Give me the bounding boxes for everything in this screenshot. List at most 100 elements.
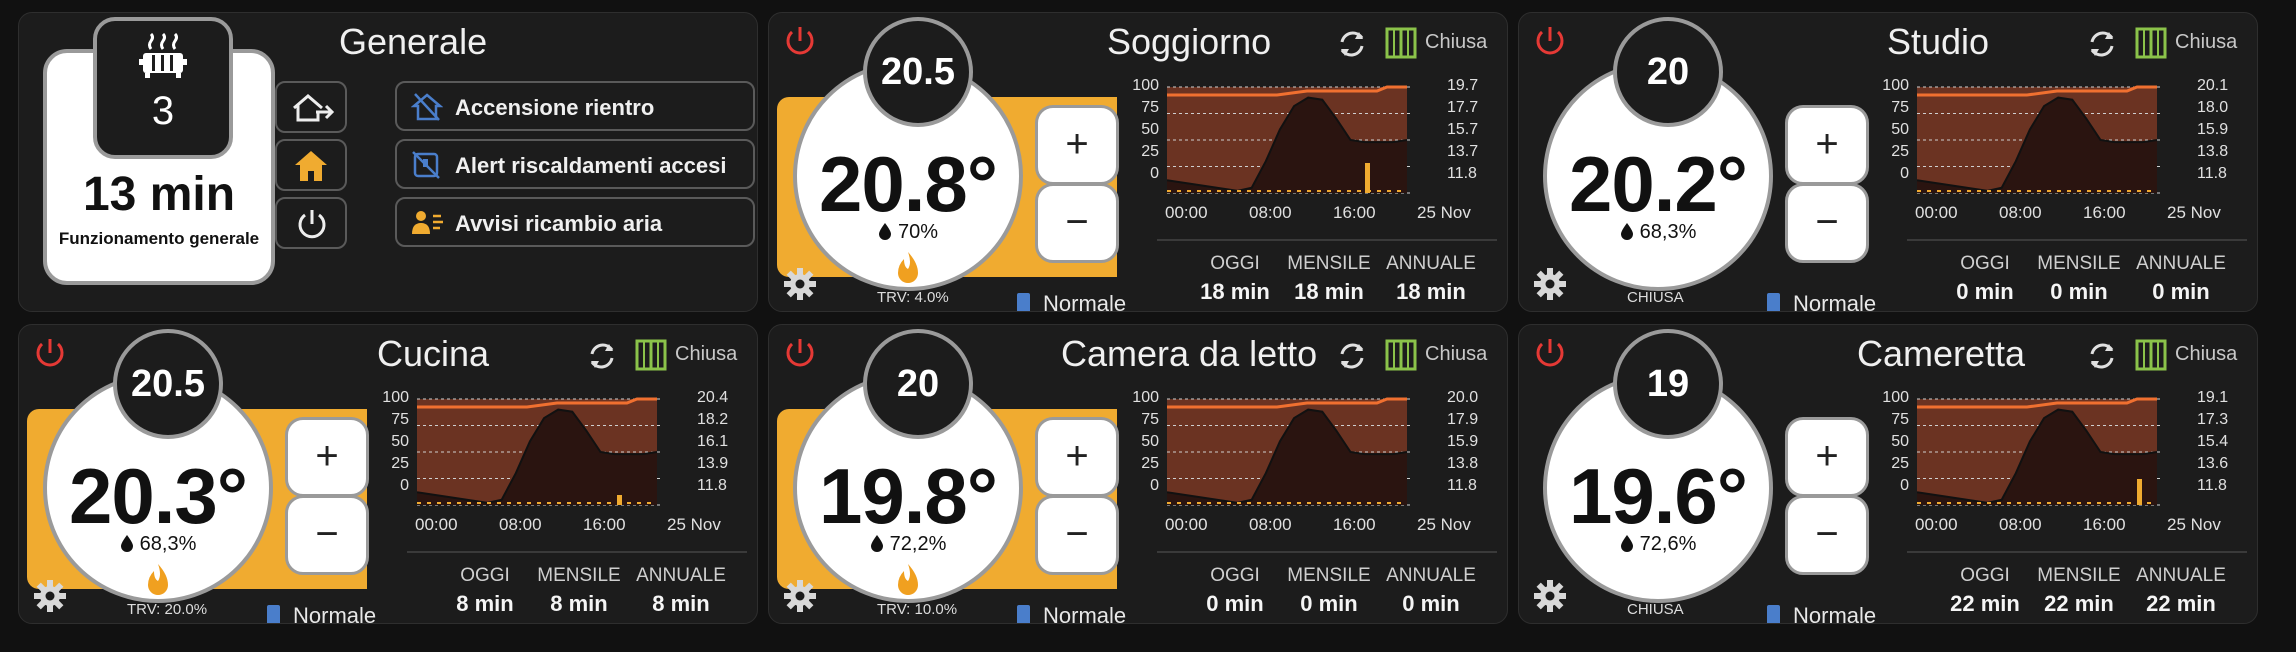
y-tick-left: 50 [1891, 121, 1909, 138]
room-title: Soggiorno [1107, 21, 1272, 62]
heater-count: 3 [151, 89, 175, 133]
increase-button[interactable]: + [1785, 417, 1869, 497]
avvisi-ricambio-button[interactable]: Avvisi ricambio aria [395, 197, 755, 247]
humidity-icon [120, 535, 133, 552]
y-tick-right: 19.7 [1447, 77, 1479, 94]
room-card-4: 19 19.6° 72,6% CHIUSA + − Normale Cameretta Chiu… [1518, 324, 2258, 624]
x-tick: 00:00 [415, 515, 458, 534]
y-tick-right: 11.8 [2197, 165, 2227, 182]
setpoint-display: 20 [1613, 17, 1723, 127]
room-power-button[interactable] [31, 335, 69, 373]
y-tick-right: 11.8 [697, 477, 727, 494]
stat-value: 18 min [1396, 279, 1466, 304]
room-power-button[interactable] [1531, 23, 1569, 61]
decrease-button[interactable]: − [1785, 495, 1869, 575]
decrease-button[interactable]: − [1035, 495, 1119, 575]
increase-button[interactable]: + [1035, 105, 1119, 185]
window-closed-icon [2135, 339, 2167, 371]
stat-label: ANNUALE [2136, 253, 2226, 274]
flame-icon [894, 251, 922, 287]
room-title: Studio [1887, 21, 1990, 62]
power-icon [786, 27, 814, 55]
increase-button[interactable]: + [285, 417, 369, 497]
y-tick-left: 100 [382, 389, 409, 406]
room-card-0: 20.5 20.8° 70% TRV: 4.0% + − Normale Soggiorno C… [768, 12, 1508, 312]
alert-riscaldamenti-button[interactable]: Alert riscaldamenti accesi [395, 139, 755, 189]
accensione-rientro-label: Accensione rientro [455, 95, 655, 120]
y-tick-left: 50 [1891, 433, 1909, 450]
room-power-button[interactable] [781, 335, 819, 373]
alert-riscaldamenti-label: Alert riscaldamenti accesi [455, 153, 727, 178]
room-title: Cucina [377, 333, 490, 374]
decrease-button[interactable]: − [1785, 183, 1869, 263]
settings-icon[interactable] [1533, 267, 1567, 301]
humidity-icon [1620, 535, 1633, 552]
setpoint-display: 20 [863, 329, 973, 439]
y-tick-right: 16.1 [697, 433, 729, 450]
room-power-button[interactable] [1531, 335, 1569, 373]
settings-icon[interactable] [783, 267, 817, 301]
general-power-button[interactable] [275, 197, 347, 249]
settings-icon[interactable] [33, 579, 67, 613]
y-tick-left: 0 [400, 477, 409, 494]
y-tick-left: 100 [1132, 77, 1159, 94]
decrease-button[interactable]: − [285, 495, 369, 575]
current-temperature: 20.8° [818, 140, 998, 228]
current-temperature: 19.8° [818, 452, 998, 540]
y-tick-right: 18.2 [697, 411, 729, 428]
increase-button[interactable]: + [1785, 105, 1869, 185]
thermostat-alert-icon [412, 151, 440, 179]
y-tick-left: 75 [391, 411, 409, 428]
sync-icon[interactable] [1335, 339, 1369, 373]
y-tick-left: 75 [1141, 99, 1159, 116]
mode-label: Normale [293, 603, 377, 624]
decrease-button[interactable]: − [1035, 183, 1119, 263]
x-tick: 00:00 [1165, 203, 1208, 222]
current-temperature: 20.2° [1568, 140, 1748, 228]
people-air-icon [412, 211, 443, 234]
y-tick-left: 100 [1132, 389, 1159, 406]
y-tick-right: 13.7 [1447, 143, 1479, 160]
sync-icon[interactable] [585, 339, 619, 373]
stats-separator [1907, 239, 2247, 241]
y-tick-left: 75 [1141, 411, 1159, 428]
humidity-reading: 68,3% [1543, 221, 1773, 244]
x-tick: 25 Nov [667, 515, 721, 534]
y-tick-right: 17.7 [1447, 99, 1479, 116]
x-tick: 25 Nov [2167, 515, 2221, 534]
heater-count-tile[interactable]: 3 [93, 17, 233, 159]
x-tick: 16:00 [1333, 515, 1376, 534]
y-tick-left: 25 [1141, 455, 1159, 472]
sync-icon[interactable] [1335, 27, 1369, 61]
y-tick-right: 15.9 [1447, 433, 1479, 450]
mode-label: Normale [1043, 603, 1127, 624]
x-tick: 16:00 [2083, 515, 2126, 534]
power-icon [786, 339, 814, 367]
sync-icon[interactable] [2085, 27, 2119, 61]
general-runtime-label: Funzionamento generale [58, 229, 260, 248]
window-status: Chiusa [675, 343, 738, 365]
increase-button[interactable]: + [1035, 417, 1119, 497]
stat-year: ANNUALE 8 min [621, 565, 741, 617]
x-tick: 25 Nov [1417, 203, 1471, 222]
window-status: Chiusa [1425, 31, 1488, 53]
stat-value: 0 min [2152, 279, 2210, 304]
room-power-button[interactable] [781, 23, 819, 61]
stats-separator [1907, 551, 2247, 553]
setpoint-display: 20.5 [113, 329, 223, 439]
x-tick: 08:00 [1999, 203, 2042, 222]
accensione-rientro-button[interactable]: Accensione rientro [395, 81, 755, 131]
room-title: Cameretta [1857, 333, 2026, 374]
y-tick-right: 13.8 [2197, 143, 2229, 160]
valve-bar [2137, 479, 2142, 505]
home-button[interactable] [275, 139, 347, 191]
settings-icon[interactable] [783, 579, 817, 613]
stats-separator [1157, 239, 1497, 241]
home-away-button[interactable] [275, 81, 347, 133]
current-temperature: 19.6° [1568, 452, 1748, 540]
y-tick-left: 25 [1891, 143, 1909, 160]
settings-icon[interactable] [1533, 579, 1567, 613]
sync-icon[interactable] [2085, 339, 2119, 373]
humidity-reading: 72,6% [1543, 533, 1773, 556]
avvisi-ricambio-label: Avvisi ricambio aria [455, 211, 663, 236]
